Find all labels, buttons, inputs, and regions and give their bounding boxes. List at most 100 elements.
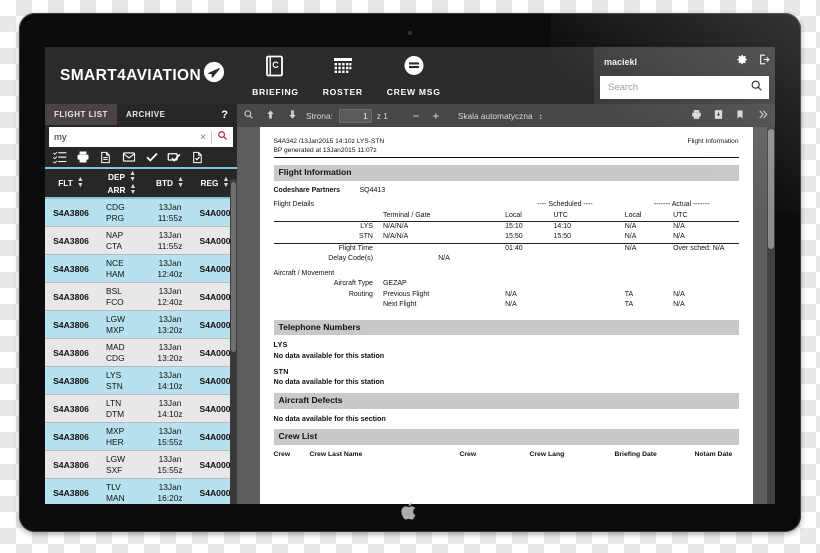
sort-icon[interactable]: ▲ ▼	[129, 170, 136, 183]
flight-list-scrollbar[interactable]	[230, 179, 237, 504]
pdf-viewer: Strona: z 1 − + Skala automatyczna ↕	[237, 104, 775, 504]
arrow-up-icon[interactable]	[259, 109, 281, 122]
pdf-toolbar-right	[685, 109, 775, 122]
tablet-screen: SMART4AVIATION C BRIEFING ROSTER CREW MS…	[45, 47, 775, 504]
flight-table-body[interactable]: S4A3806 CDG PRG 13Jan 11:55z S4A000 S4A3806 NAP…	[45, 199, 237, 504]
help-button[interactable]: ?	[212, 104, 237, 125]
routing-ta-label: TA	[624, 290, 634, 298]
table-row[interactable]: S4A3806 MXP HER 13Jan 15:55z S4A000	[45, 423, 237, 451]
column-header-btd[interactable]: BTD ▲ ▼	[147, 169, 193, 197]
zoom-in-button[interactable]: +	[426, 109, 446, 123]
sort-icon[interactable]: ▲ ▼	[177, 176, 184, 189]
table-row[interactable]: S4A3806 LYS STN 13Jan 14:10z S4A000	[45, 367, 237, 395]
flight-time-actual: N/A	[624, 242, 674, 255]
column-header-flt[interactable]: FLT ▲ ▼	[45, 169, 97, 197]
apple-logo	[401, 501, 416, 520]
pdf-document-area[interactable]: S4A342 /13Jan2015 14:10z LYS-STN BP gene…	[237, 127, 775, 504]
table-row[interactable]: S4A3806 NCE HAM 13Jan 12:40z S4A000	[45, 255, 237, 283]
aircraft-movement-row: Aircraft / Movement	[274, 265, 739, 279]
flight-details-group-row: Flight Details ---- Scheduled ---- -----…	[274, 200, 739, 210]
global-search[interactable]	[600, 76, 769, 99]
crew-col: Crew	[459, 450, 477, 458]
check-icon[interactable]	[140, 147, 163, 167]
over-sched: Over sched: N/A	[673, 242, 739, 255]
flight-time-value: 01:40	[505, 242, 625, 255]
envelope-icon[interactable]	[117, 147, 140, 167]
group-actual: ------- Actual -------	[653, 201, 710, 209]
print-icon[interactable]	[685, 109, 707, 122]
cell-btd: 13Jan 11:55z	[157, 201, 183, 223]
download-icon[interactable]	[707, 109, 729, 122]
flight-time-label: Flight Time	[273, 242, 383, 255]
sort-icon[interactable]: ▲ ▼	[77, 176, 84, 189]
table-row[interactable]: S4A3806 MAD CDG 13Jan 13:20z S4A000	[45, 339, 237, 367]
search-icon[interactable]	[237, 109, 259, 122]
table-row[interactable]: S4A3806 BSL FCO 13Jan 12:40z S4A000	[45, 283, 237, 311]
table-row[interactable]: S4A3806 LGW MXP 13Jan 13:20z S4A000	[45, 311, 237, 339]
bookmark-icon[interactable]	[729, 109, 751, 122]
cell-dep-arr: NCE HAM	[106, 257, 125, 279]
table-row[interactable]: S4A3806 LTN DTM 13Jan 14:10z S4A000	[45, 395, 237, 423]
column-header-dep-arr[interactable]: DEP ▲ ▼ ARR ▲ ▼	[97, 169, 147, 197]
clear-x-icon[interactable]: ×	[195, 132, 211, 143]
column-label-arr: ARR	[107, 184, 126, 195]
scale-select[interactable]: Skala automatyczna ↕	[458, 111, 543, 121]
nav-briefing[interactable]: C BRIEFING	[252, 54, 299, 97]
flight-filter-input[interactable]	[49, 128, 196, 146]
pdf-scrollbar[interactable]	[767, 127, 775, 504]
cell-flt: S4A3806	[53, 403, 89, 414]
scrollbar-thumb[interactable]	[768, 129, 774, 249]
search-input[interactable]	[600, 77, 743, 98]
page-number-input[interactable]	[338, 108, 372, 123]
scrollbar-thumb[interactable]	[231, 182, 236, 352]
panel-tabs: FLIGHT LIST ARCHIVE ?	[45, 104, 237, 125]
cell-btd: 13Jan 12:40z	[157, 285, 183, 307]
print-icon[interactable]	[71, 147, 94, 167]
brand-logo[interactable]: SMART4AVIATION	[60, 61, 225, 88]
arrow-down-icon[interactable]	[281, 109, 303, 122]
nav-crew-msg[interactable]: CREW MSG	[387, 54, 441, 97]
table-row[interactable]: S4A3806 TLV MAN 13Jan 16:20z S4A000	[45, 479, 237, 504]
cell-flt: S4A3806	[53, 235, 89, 246]
search-icon[interactable]	[212, 128, 233, 146]
aircraft-movement-label: Aircraft / Movement	[273, 269, 335, 277]
routing-value: N/A	[505, 290, 517, 298]
user-name: maciekl	[604, 56, 638, 67]
leg-terminal: N/A/N/A	[382, 233, 409, 241]
phone-station-text: No data available for this station	[273, 350, 385, 360]
gear-icon[interactable]	[731, 53, 753, 71]
flight-filter[interactable]: ×	[49, 127, 233, 147]
tab-archive[interactable]: ARCHIVE	[117, 104, 175, 125]
brand-name: SMART4AVIATION	[60, 66, 202, 84]
note-check-icon[interactable]	[186, 147, 209, 167]
routing-label: Routing	[348, 290, 373, 298]
table-row[interactable]: S4A3806 CDG PRG 13Jan 11:55z S4A000	[45, 199, 237, 227]
checklist-icon[interactable]	[48, 147, 71, 167]
table-row[interactable]: S4A3806 NAP CTA 13Jan 11:55z S4A000	[45, 227, 237, 255]
logout-icon[interactable]	[753, 53, 775, 71]
crew-col: Notam Date	[694, 450, 733, 458]
flight-time-row: Flight Time 01:40 N/A Over sched: N/A	[273, 242, 739, 255]
leg-row: LYS N/A/N/A 15:10 14:10 N/A N/A	[273, 221, 739, 233]
cell-dep-arr: NAP CTA	[106, 229, 124, 251]
col-sched-utc: UTC	[553, 211, 568, 219]
zoom-out-button[interactable]: −	[406, 109, 426, 123]
user-row: maciekl	[594, 47, 775, 76]
leg-sched-local: 15:10	[505, 221, 554, 233]
pdf-toolbar: Strona: z 1 − + Skala automatyczna ↕	[237, 104, 775, 127]
routing-ta-value: N/A	[673, 301, 685, 309]
document-icon[interactable]	[94, 147, 117, 167]
search-icon[interactable]	[743, 79, 769, 97]
chevron-double-right-icon[interactable]	[751, 109, 773, 122]
sort-icon[interactable]: ▲ ▼	[130, 183, 137, 196]
nav-roster[interactable]: ROSTER	[323, 54, 363, 97]
table-row[interactable]: S4A3806 LGW SXF 13Jan 15:55z S4A000	[45, 451, 237, 479]
doc-generated-line: BP generated at 13Jan2015 11:07z	[273, 146, 377, 154]
section-aircraft-defects: Aircraft Defects	[273, 393, 739, 409]
pdf-page: S4A342 /13Jan2015 14:10z LYS-STN BP gene…	[259, 127, 753, 504]
sort-icon[interactable]: ▲ ▼	[223, 176, 230, 189]
phone-station-label: LYS	[273, 340, 288, 350]
calendar-icon	[331, 54, 355, 83]
double-check-icon[interactable]	[163, 147, 186, 167]
tab-flight-list[interactable]: FLIGHT LIST	[45, 104, 117, 125]
